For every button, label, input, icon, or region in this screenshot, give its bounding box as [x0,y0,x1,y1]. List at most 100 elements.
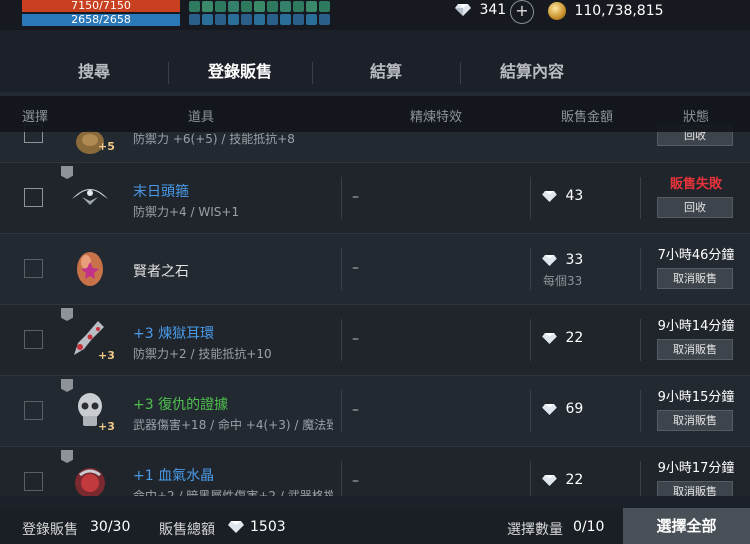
column-divider [341,390,342,432]
col-select: 選擇 [22,110,49,125]
add-diamond-button[interactable]: + [510,0,534,24]
item-name: +3 復仇的證據 [133,397,229,413]
selected-label: 選擇數量 [507,522,563,538]
row-checkbox[interactable] [24,188,43,207]
column-divider [530,319,531,361]
item-stats: 防禦力+2 / 技能抵抗+10 [133,347,272,361]
column-divider [640,461,641,496]
item-stats: 防禦力+4 / WIS+1 [133,205,240,219]
row-checkbox[interactable] [24,330,43,349]
col-refine: 精煉特效 [410,110,463,125]
refine-effect: – [352,402,359,418]
total-label: 販售總額 [159,522,215,538]
item-name: 末日頭箍 [133,184,189,200]
gold-coin-icon [548,2,566,20]
remaining-time: 9小時17分鐘 [657,461,735,476]
refine-effect: – [352,260,359,276]
price-value: 22 [565,330,584,346]
item-stats: 防禦力 +6(+5) / 技能抵抗+8 [133,132,295,146]
tab-register-sale[interactable]: 登錄販售 [168,52,312,92]
unit-price: 每個33 [543,274,583,288]
diamond-icon [542,190,557,202]
column-divider [530,177,531,219]
refine-effect: – [352,473,359,489]
column-divider [640,248,641,290]
listing-list: +5 防禦力 +6(+5) / 技能抵抗+8 回收 末日頭箍 防禦力+4 / W… [0,92,750,496]
select-all-button[interactable]: 選擇全部 [623,508,750,544]
column-divider [530,390,531,432]
column-header: 選擇 道具 精煉特效 販售金額 狀態 [0,96,750,132]
egg-stone-item-icon [77,252,103,286]
diamond-icon [542,403,557,415]
diamond-count: 341 [479,2,507,18]
sale-price: 22 [542,330,583,346]
col-price: 販售金額 [561,110,614,125]
row-checkbox[interactable] [24,472,43,491]
diamond-icon [542,474,557,486]
row-checkbox[interactable] [24,259,43,278]
col-item: 道具 [188,110,215,125]
circlet-item-icon [72,189,108,205]
row-checkbox[interactable] [24,401,43,420]
tab-settlement-details[interactable]: 結算內容 [460,52,604,92]
diamond-icon [542,254,557,266]
item-name: +1 血氣水晶 [133,468,215,484]
refine-effect: – [352,331,359,347]
listing-row[interactable]: +3 +3 復仇的證據 武器傷害+18 / 命中 +4(+3) / 魔法致命 –… [0,376,750,447]
cancel-sale-button[interactable]: 取消販售 [657,481,733,496]
sale-price: 33 [542,252,583,268]
enhance-level: +5 [98,140,115,153]
column-divider [341,319,342,361]
column-divider [640,177,641,219]
diamond-icon [542,332,557,344]
column-divider [640,319,641,361]
refine-effect: – [352,189,359,205]
selected-count: 0/10 [573,519,605,535]
sale-price: 69 [542,401,583,417]
remaining-time: 7小時46分鐘 [657,248,735,263]
cancel-sale-button[interactable]: 取消販售 [657,339,733,360]
cancel-sale-button[interactable]: 取消販售 [657,268,733,289]
item-stats: 武器傷害+18 / 命中 +4(+3) / 魔法致命 [133,418,333,432]
column-divider [341,461,342,496]
reclaim-button[interactable]: 回收 [657,197,733,218]
remaining-time: 9小時14分鐘 [657,319,735,334]
column-divider [341,177,342,219]
item-name: 賢者之石 [133,264,189,280]
crystal-item-icon [75,468,105,496]
sale-status: 販售失敗 [669,177,722,192]
gold-count: 110,738,815 [574,3,664,19]
price-value: 69 [565,401,584,417]
remaining-time: 9小時15分鐘 [657,390,735,405]
price-value: 43 [565,188,584,204]
registered-count: 30/30 [90,519,131,535]
listing-row[interactable]: 末日頭箍 防禦力+4 / WIS+1 – 43 販售失敗 回收 [0,163,750,234]
hp-bar: 7150/7150 [22,0,180,12]
enhance-level: +3 [98,420,115,433]
tab-search[interactable]: 搜尋 [20,52,168,92]
column-divider [341,248,342,290]
item-name: +3 煉獄耳環 [133,326,215,342]
enhance-level: +3 [98,349,115,362]
diamond-balance: 341 [455,2,506,18]
footer-bar: 登錄販售 30/30 販售總額 1503 選擇數量 0/10 選擇全部 [0,508,750,544]
tab-bar: 搜尋 登錄販售 結算 結算內容 [0,52,750,96]
price-value: 33 [565,252,584,268]
total-value: 1503 [250,519,286,535]
column-divider [640,390,641,432]
item-stats: 命中+2 / 暗黑屬性傷害+2 / 武器格擋+ [133,489,333,496]
cancel-sale-button[interactable]: 取消販售 [657,410,733,431]
listing-row[interactable]: +1 血氣水晶 命中+2 / 暗黑屬性傷害+2 / 武器格擋+ – 22 9小時… [0,447,750,496]
column-divider [530,461,531,496]
mp-bar: 2658/2658 [22,14,180,26]
buff-icons [187,0,337,27]
registered-label: 登錄販售 [22,522,78,538]
sale-price: 43 [542,188,583,204]
diamond-icon [228,521,244,533]
listing-row[interactable]: +3 +3 煉獄耳環 防禦力+2 / 技能抵抗+10 – 22 9小時14分鐘 … [0,305,750,376]
col-status: 狀態 [683,110,710,125]
gold-balance: 110,738,815 [548,2,664,20]
listing-row[interactable]: 賢者之石 – 33 每個33 7小時46分鐘 取消販售 [0,234,750,305]
column-divider [530,248,531,290]
tab-settlement[interactable]: 結算 [312,52,460,92]
